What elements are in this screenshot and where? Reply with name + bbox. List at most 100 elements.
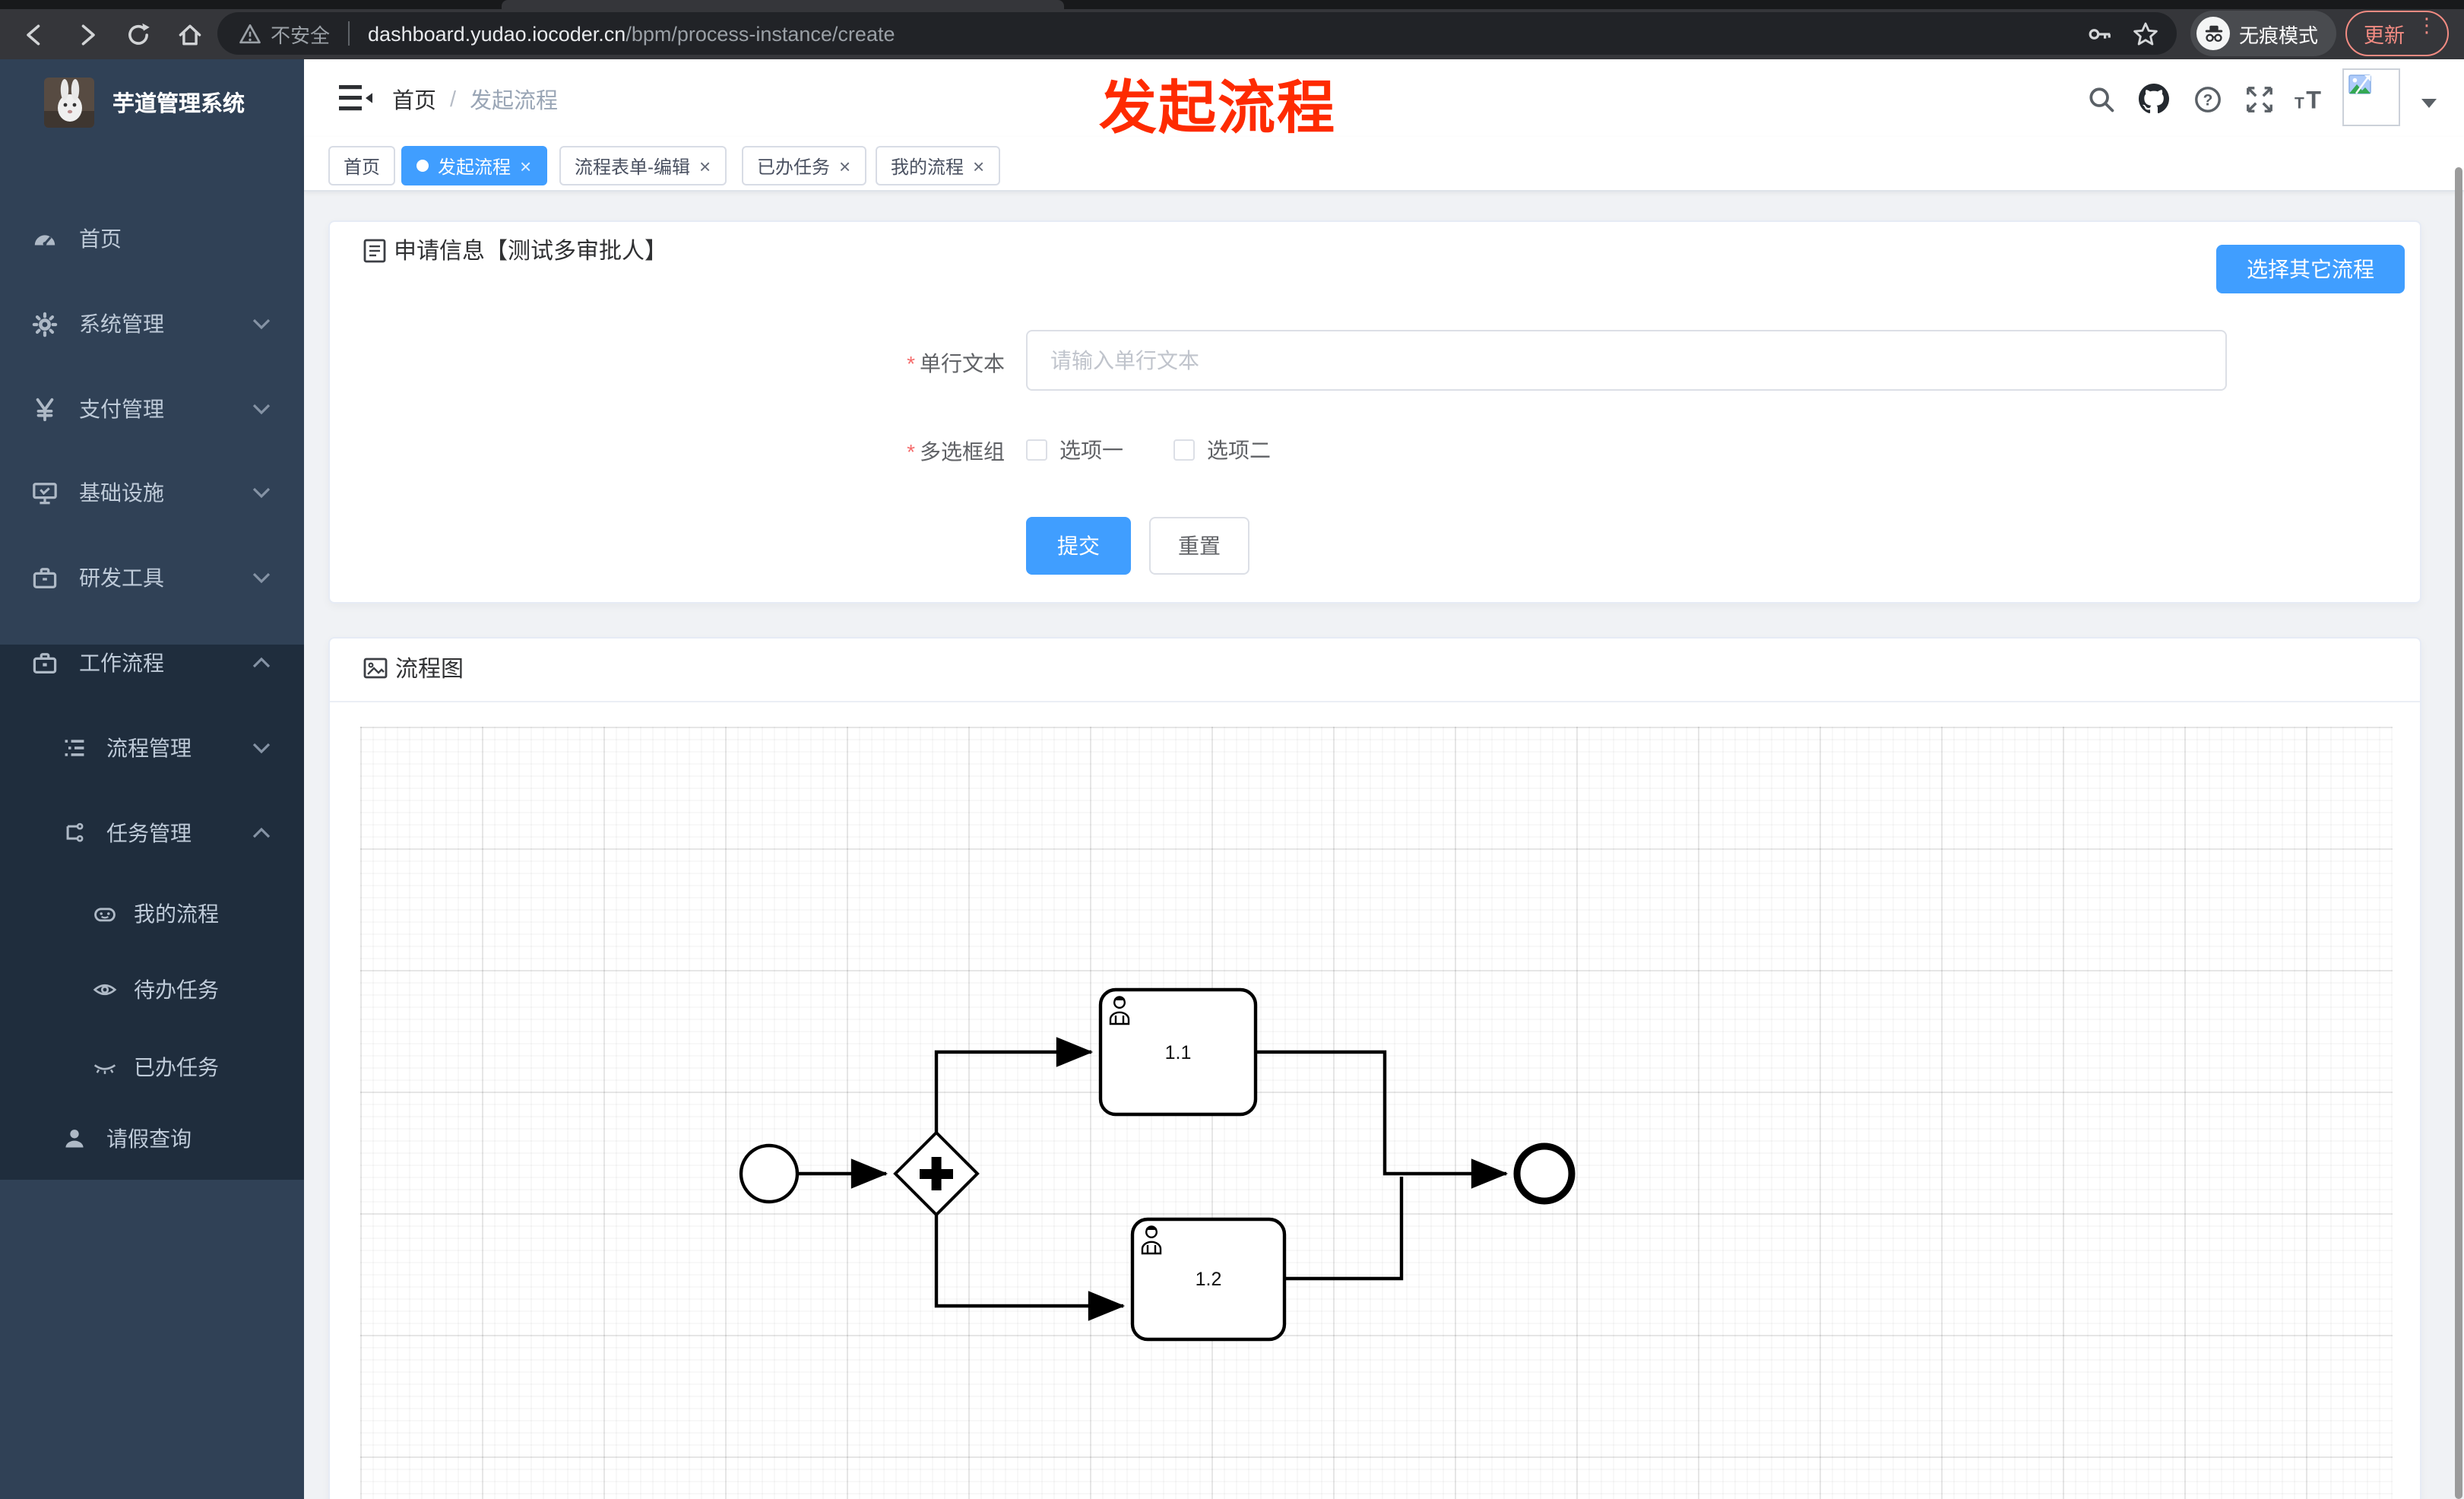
flow-gateway-to-task-1-2	[934, 1215, 1126, 1321]
sidebar-item-label: 请假查询	[106, 1127, 192, 1151]
user-task-1-2[interactable]: 1.2	[1130, 1217, 1287, 1342]
close-icon[interactable]	[699, 154, 711, 177]
sidebar-item-task-management[interactable]: 任务管理	[0, 795, 304, 871]
url-bar[interactable]: 不安全 dashboard.yudao.iocoder.cn/bpm/proce…	[217, 12, 2177, 55]
submit-button[interactable]: 提交	[1026, 517, 1131, 575]
process-diagram-card: 流程图 1.1 1.2	[328, 637, 2421, 1499]
tab-home[interactable]: 首页	[328, 146, 396, 185]
eye-icon	[91, 976, 119, 1003]
sidebar-item-label: 首页	[79, 227, 122, 251]
card-header: 申请信息【测试多审批人】	[363, 234, 667, 266]
browser-active-tab[interactable]	[502, 0, 1064, 9]
parallel-gateway[interactable]	[893, 1130, 980, 1217]
flow-to-end-event	[1256, 1050, 1509, 1189]
collapse-menu-icon[interactable]	[337, 82, 374, 114]
tab-start-process[interactable]: 发起流程	[401, 146, 547, 185]
sidebar-item-home[interactable]: 首页	[0, 198, 304, 280]
field-label-checkbox-group: * 多选框组	[907, 439, 1005, 464]
svg-text:T: T	[2295, 93, 2304, 111]
tree-list-icon	[61, 734, 88, 762]
close-icon[interactable]	[973, 154, 984, 177]
user-icon	[61, 1125, 88, 1152]
close-icon[interactable]	[839, 154, 850, 177]
security-label[interactable]: 不安全	[271, 19, 330, 48]
dashboard-icon	[30, 225, 58, 252]
sidebar-item-payment[interactable]: 支付管理	[0, 368, 304, 450]
home-icon[interactable]	[167, 14, 213, 54]
bookmark-star-icon[interactable]	[2122, 21, 2168, 46]
password-key-icon[interactable]	[2076, 21, 2122, 46]
browser-menu-icon[interactable]: ⋮	[2417, 15, 2437, 49]
choose-other-process-button[interactable]: 选择其它流程	[2216, 245, 2405, 293]
chevron-down-icon	[252, 403, 271, 415]
task-label: 1.1	[1165, 1042, 1192, 1063]
chevron-down-icon	[252, 742, 271, 754]
avatar[interactable]	[2342, 68, 2400, 126]
sidebar-item-process-management[interactable]: 流程管理	[0, 710, 304, 786]
required-mark: *	[907, 439, 915, 464]
fullscreen-icon[interactable]	[2239, 81, 2279, 117]
reset-button[interactable]: 重置	[1149, 517, 1249, 575]
apply-info-card: 申请信息【测试多审批人】 选择其它流程 *单行文本 *多选框组 选项一 选项二 …	[328, 220, 2421, 604]
start-event[interactable]	[739, 1143, 800, 1204]
robot-icon	[91, 900, 119, 927]
sidebar-item-leave-query[interactable]: 请假查询	[0, 1101, 304, 1177]
single-line-text-input[interactable]	[1026, 330, 2227, 391]
sidebar-item-my-process[interactable]: 我的流程	[0, 876, 304, 952]
search-icon[interactable]	[2081, 81, 2120, 117]
breadcrumb-current: 发起流程	[470, 90, 559, 114]
sidebar-logo-row[interactable]: 芋道管理系统	[0, 59, 304, 144]
refresh-icon[interactable]	[116, 14, 161, 54]
sidebar-item-system[interactable]: 系统管理	[0, 283, 304, 365]
sidebar-item-label: 系统管理	[79, 312, 164, 336]
sidebar-item-done-tasks[interactable]: 已办任务	[0, 1029, 304, 1105]
url-text[interactable]: dashboard.yudao.iocoder.cn/bpm/process-i…	[368, 22, 895, 45]
back-icon[interactable]	[12, 14, 58, 54]
flow-gateway-to-task-1-1	[934, 1037, 1094, 1133]
tab-done-tasks[interactable]: 已办任务	[742, 146, 866, 185]
eye-closed-icon	[91, 1054, 119, 1081]
bpmn-canvas[interactable]: 1.1 1.2	[360, 727, 2393, 1499]
page-scrollbar[interactable]	[2455, 167, 2462, 1499]
github-icon[interactable]	[2134, 81, 2174, 117]
update-label[interactable]: 更新	[2364, 18, 2405, 49]
sidebar-item-dev-tools[interactable]: 研发工具	[0, 537, 304, 619]
bpmn-diagram: 1.1 1.2	[739, 987, 1576, 1342]
sidebar-item-label: 已办任务	[134, 1055, 219, 1079]
tab-my-process[interactable]: 我的流程	[876, 146, 1000, 185]
close-icon[interactable]	[520, 154, 531, 177]
tab-label: 流程表单-编辑	[575, 156, 690, 177]
checkbox-icon[interactable]	[1173, 439, 1195, 461]
help-icon[interactable]: ?	[2187, 81, 2227, 117]
font-size-icon[interactable]: TT	[2289, 81, 2329, 117]
broken-image-icon	[2348, 74, 2371, 94]
tab-label: 发起流程	[438, 156, 511, 177]
forward-icon[interactable]	[64, 14, 109, 54]
breadcrumb-home[interactable]: 首页	[392, 84, 436, 116]
tab-process-form-edit[interactable]: 流程表单-编辑	[559, 146, 727, 185]
field-label-single-line: * 单行文本	[907, 351, 1005, 376]
not-secure-icon	[239, 22, 261, 45]
card-header: 流程图	[363, 652, 464, 684]
browser-update-button[interactable]: 更新 ⋮	[2345, 11, 2449, 56]
gear-icon	[30, 310, 58, 338]
app-logo-avatar	[44, 77, 94, 127]
checkbox-option-1[interactable]: 选项一	[1026, 435, 1123, 465]
checkbox-icon[interactable]	[1026, 439, 1047, 461]
checkbox-option-2[interactable]: 选项二	[1173, 435, 1271, 465]
yen-icon	[30, 395, 58, 423]
tab-label: 我的流程	[891, 156, 964, 177]
browser-tabstrip	[0, 0, 2464, 9]
incognito-icon	[2196, 17, 2230, 50]
user-task-1-1[interactable]: 1.1	[1098, 987, 1258, 1117]
end-event[interactable]	[1513, 1142, 1576, 1205]
sidebar-item-workflow[interactable]: 工作流程	[0, 622, 304, 704]
task-label: 1.2	[1196, 1269, 1222, 1290]
sidebar-item-todo-tasks[interactable]: 待办任务	[0, 952, 304, 1028]
annotation-title: 发起流程	[1099, 78, 1337, 141]
sidebar-item-label: 工作流程	[79, 651, 164, 675]
flow-branch-icon	[61, 819, 88, 847]
avatar-caret-icon[interactable]	[2421, 99, 2437, 108]
sidebar-item-infrastructure[interactable]: 基础设施	[0, 452, 304, 534]
sidebar-item-label: 支付管理	[79, 397, 164, 421]
